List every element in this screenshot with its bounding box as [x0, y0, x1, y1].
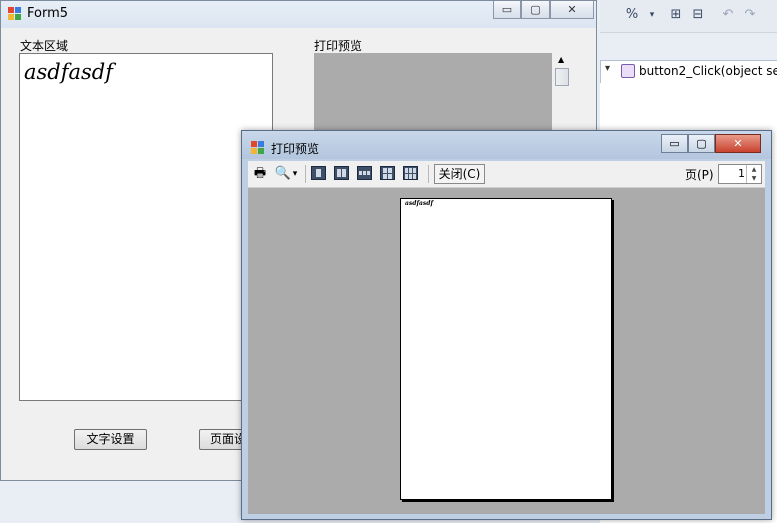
form-app-icon [8, 7, 22, 21]
print-preview-toolbar: 🖶 🔍 ▾ 关闭(C) 页(P) 1 ▲ ▼ [248, 161, 765, 188]
form5-maximize-button[interactable]: ▢ [521, 1, 550, 19]
scroll-up-icon[interactable]: ▲ [558, 55, 564, 64]
preview-page: asdfasdf [400, 198, 612, 500]
toolbar-separator [428, 165, 429, 183]
method-icon [621, 64, 635, 78]
ide-method-combo[interactable]: ▾ button2_Click(object ser [600, 60, 777, 84]
zoom-dropdown-icon[interactable]: ▾ [290, 165, 300, 183]
pp-close-button[interactable]: ✕ [715, 134, 761, 153]
font-settings-button[interactable]: 文字设置 [74, 429, 147, 450]
preview-scrollbar[interactable]: ▲ [554, 53, 571, 138]
page-label: 页(P) [685, 168, 714, 182]
print-preview-titlebar[interactable]: 打印预览 ▭ ▢ ✕ [242, 131, 771, 159]
page-number-value: 1 [738, 167, 745, 180]
ide-undo-icon[interactable]: ↶ [720, 7, 736, 23]
text-area[interactable]: asdfasdf [19, 53, 273, 401]
pp-minimize-button[interactable]: ▭ [661, 134, 688, 153]
print-preview-app-icon [251, 141, 265, 155]
combo-arrow-icon[interactable]: ▾ [605, 63, 610, 74]
two-pages-icon[interactable] [334, 166, 349, 180]
preview-page-text: asdfasdf [405, 200, 434, 207]
one-page-icon[interactable] [311, 166, 326, 180]
form5-minimize-button[interactable]: ▭ [493, 1, 521, 19]
print-preview-pane [314, 53, 552, 138]
pp-maximize-button[interactable]: ▢ [688, 134, 715, 153]
spin-up-icon[interactable]: ▲ [752, 166, 757, 173]
scroll-thumb[interactable] [555, 68, 569, 86]
ide-method-name: button2_Click(object ser [639, 64, 777, 78]
close-preview-button[interactable]: 关闭(C) [434, 164, 485, 184]
ide-format-icon[interactable]: % [624, 7, 640, 23]
text-area-content: asdfasdf [24, 60, 114, 84]
preview-canvas[interactable]: asdfasdf [248, 188, 765, 514]
page-spinner[interactable]: ▲ ▼ [746, 165, 761, 183]
text-area-label: 文本区域 [20, 39, 69, 53]
ide-dropdown-icon[interactable]: ▾ [644, 7, 660, 23]
print-preview-title: 打印预览 [271, 142, 320, 156]
form5-close-button[interactable]: ✕ [550, 1, 594, 19]
form5-title: Form5 [27, 6, 69, 21]
ide-outdent-icon[interactable]: ⊟ [690, 7, 706, 23]
four-pages-icon[interactable] [380, 166, 395, 180]
page-number-input[interactable]: 1 ▲ ▼ [718, 164, 762, 184]
three-pages-icon[interactable] [357, 166, 372, 180]
form5-titlebar[interactable]: Form5 ▭ ▢ ✕ [1, 1, 596, 28]
toolbar-separator [305, 165, 306, 183]
print-icon[interactable]: 🖶 [251, 165, 269, 183]
print-preview-label: 打印预览 [314, 39, 363, 53]
ide-indent-icon[interactable]: ⊞ [668, 7, 684, 23]
print-preview-window: 打印预览 ▭ ▢ ✕ 🖶 🔍 ▾ 关闭(C) 页(P) 1 ▲ ▼ asdfas… [241, 130, 772, 520]
six-pages-icon[interactable] [403, 166, 418, 180]
spin-down-icon[interactable]: ▼ [752, 175, 757, 182]
ide-redo-icon[interactable]: ↷ [742, 7, 758, 23]
ide-toolbar: % ▾ ⊞ ⊟ ↶ ↷ [600, 0, 777, 33]
